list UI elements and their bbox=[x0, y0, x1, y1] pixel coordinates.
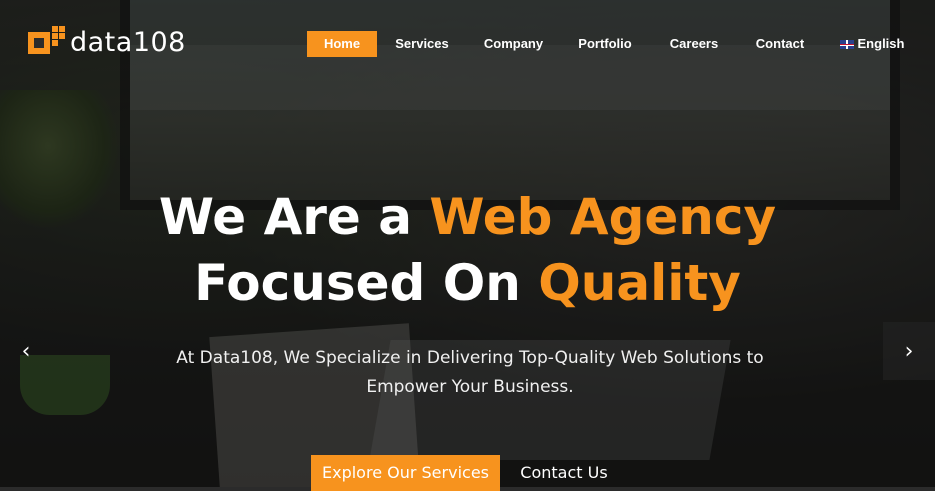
uk-flag-icon bbox=[839, 40, 854, 49]
headline-accent: Quality bbox=[538, 254, 741, 312]
language-label: English bbox=[857, 36, 905, 51]
carousel-prev-button[interactable]: ‹ bbox=[0, 322, 52, 380]
nav-item-portfolio[interactable]: Portfolio bbox=[570, 31, 640, 57]
headline-text: Focused On bbox=[194, 254, 539, 312]
chevron-right-icon: › bbox=[904, 338, 914, 364]
nav-item-careers[interactable]: Careers bbox=[662, 31, 726, 57]
headline-accent: Web Agency bbox=[429, 188, 777, 246]
contact-us-button[interactable]: Contact Us bbox=[508, 455, 620, 491]
headline-text: We Are a bbox=[158, 188, 430, 246]
nav-item-contact[interactable]: Contact bbox=[748, 31, 812, 57]
hero-headline-line1: We Are a Web Agency bbox=[0, 188, 935, 246]
carousel-next-button[interactable]: › bbox=[883, 322, 935, 380]
nav-item-home[interactable]: Home bbox=[307, 31, 377, 57]
logo-mark-icon bbox=[28, 26, 66, 58]
hero-subtitle-line2: Empower Your Business. bbox=[366, 377, 574, 397]
hero-subtitle-line1: At Data108, We Specialize in Delivering … bbox=[176, 348, 764, 368]
nav-item-company[interactable]: Company bbox=[476, 31, 551, 57]
site-logo[interactable]: data108 bbox=[28, 26, 186, 58]
nav-item-services[interactable]: Services bbox=[388, 31, 456, 57]
chevron-left-icon: ‹ bbox=[21, 338, 31, 364]
hero-headline-line2: Focused On Quality bbox=[0, 254, 935, 312]
explore-services-button[interactable]: Explore Our Services bbox=[311, 455, 500, 491]
logo-text: data108 bbox=[70, 26, 186, 58]
language-selector[interactable]: English bbox=[836, 31, 908, 57]
